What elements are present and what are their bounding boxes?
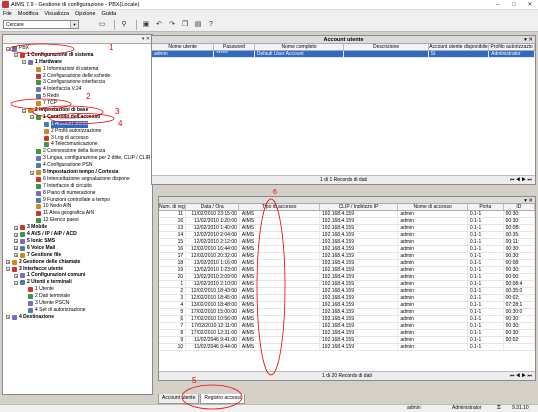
annotation-ellipse-5 bbox=[181, 384, 243, 410]
annotation-ellipse-4 bbox=[49, 113, 115, 124]
annotation-number-6: 6 bbox=[273, 189, 277, 196]
annotation-ellipse-1 bbox=[9, 43, 75, 55]
annotation-ellipse-6 bbox=[256, 198, 286, 376]
annotation-number-1: 1 bbox=[109, 43, 114, 52]
annotation-overlay: 1 2 3 4 6 5 bbox=[9, 43, 286, 410]
annotation-number-5: 5 bbox=[192, 376, 197, 385]
annotation-number-4: 4 bbox=[118, 119, 123, 128]
annotation-ellipse-3 bbox=[32, 105, 104, 119]
annotation-number-3: 3 bbox=[115, 107, 120, 116]
annotation-ellipse-2 bbox=[10, 98, 72, 110]
annotation-number-2: 2 bbox=[86, 92, 91, 101]
